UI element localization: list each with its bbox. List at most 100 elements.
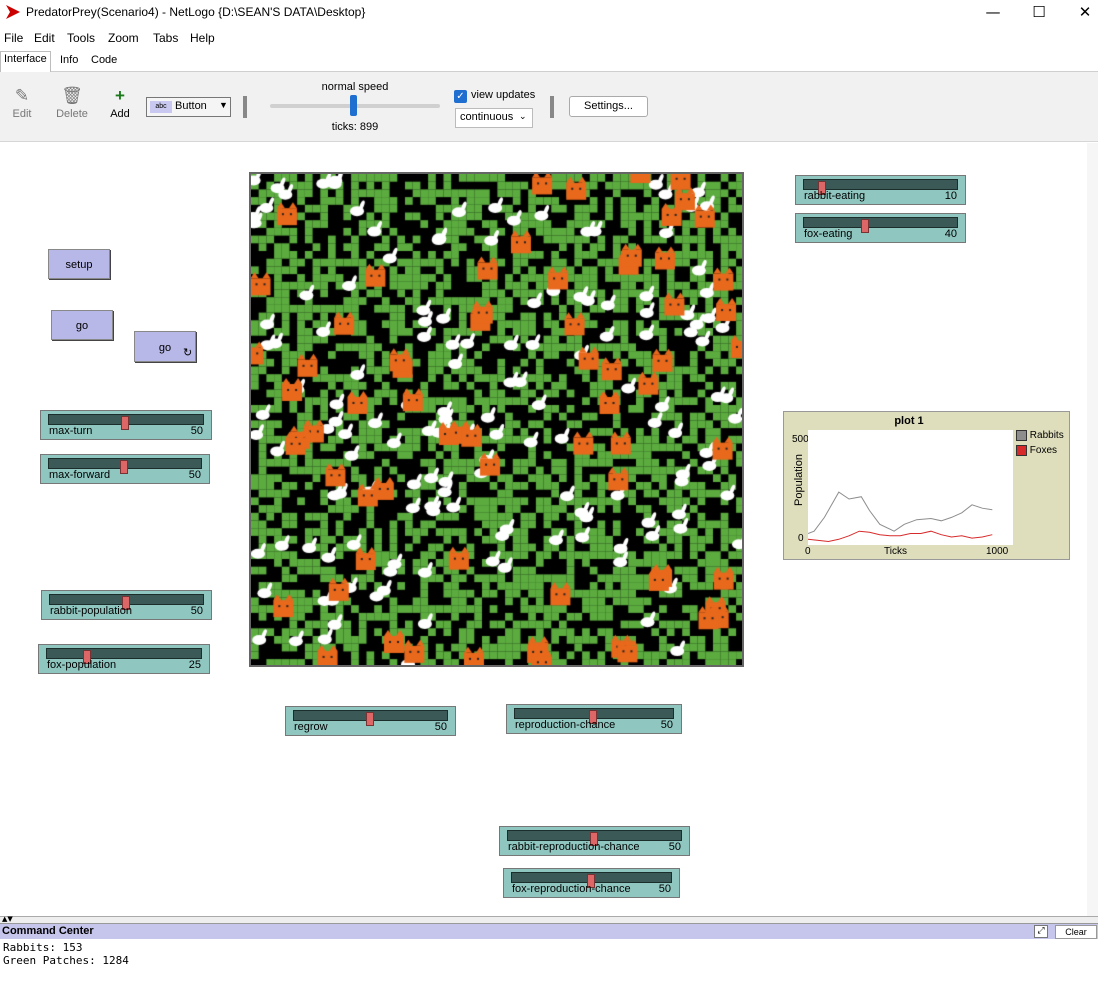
command-center-title: Command Center [2,925,94,937]
tab-info[interactable]: Info [57,53,81,71]
plot-x-max: 1000 [986,546,1009,557]
netlogo-logo-icon [6,5,20,19]
trash-icon: 🗑 [61,86,83,105]
close-button[interactable]: ✕ [1062,0,1098,26]
slider-value: 50 [660,719,673,731]
slider-label: rabbit-eating [804,190,866,202]
rabbit-eating-slider[interactable]: rabbit-eating 10 [795,175,966,205]
toolbar: ✎ Edit 🗑 Delete + Add abc Button ▼ norma… [0,72,1098,142]
rabbit-population-slider[interactable]: rabbit-population 50 [41,590,212,620]
add-tool[interactable]: + Add [105,86,135,120]
delete-label: Delete [56,108,88,120]
slider-knob[interactable] [121,416,129,430]
max-turn-slider[interactable]: max-turn 50 [40,410,212,440]
plus-icon: + [115,86,125,105]
plot-title: plot 1 [894,415,924,427]
update-mode-select[interactable]: continuous ⌄ [455,108,533,128]
plot-x-min: 0 [805,546,811,557]
slider-track[interactable] [507,830,682,846]
slider-track[interactable] [48,458,202,474]
command-center-divider[interactable]: ▲▼ [0,915,1098,923]
slider-track[interactable] [293,710,448,726]
plot-x-label: Ticks [884,546,907,557]
slider-value: 50 [188,469,201,481]
setup-button[interactable]: setup [48,249,110,279]
widget-type-value: Button [175,100,207,112]
settings-button[interactable]: Settings... [569,96,648,117]
series-line-rabbits [807,491,993,534]
slider-track[interactable] [49,594,204,610]
fox-population-slider[interactable]: fox-population 25 [38,644,210,674]
reproduction-chance-slider[interactable]: reproduction-chance 50 [506,704,682,734]
regrow-slider[interactable]: regrow 50 [285,706,456,736]
legend-label: Foxes [1029,445,1058,457]
slider-track[interactable] [48,414,204,430]
view-updates-checkbox[interactable]: ✓ [454,90,467,103]
slider-label: fox-population [47,659,117,671]
slider-track[interactable] [803,179,958,195]
collapse-arrows-icon[interactable]: ▲▼ [2,915,13,923]
slider-value: 50 [190,605,203,617]
plot-legend: Rabbits Foxes [1016,430,1064,460]
slider-track[interactable] [514,708,674,724]
maximize-button[interactable]: ☐ [1016,0,1062,26]
slider-label: reproduction-chance [515,719,616,731]
slider-track[interactable] [803,217,958,233]
slider-value: 50 [190,425,203,437]
vertical-scrollbar[interactable] [1087,143,1098,916]
slider-label: fox-eating [804,228,853,240]
toolbar-separator [550,96,554,118]
slider-knob[interactable] [120,460,128,474]
forever-loop-icon: ↻ [183,347,193,359]
slider-label: max-turn [49,425,93,437]
update-mode-value: continuous [460,111,514,123]
world-view[interactable] [249,172,744,667]
expand-icon[interactable]: ⤢ [1034,925,1048,938]
slider-knob[interactable] [366,712,374,726]
tab-interface[interactable]: Interface [0,51,51,72]
pencil-icon: ✎ [14,86,30,105]
output-line: Green Patches: 1284 [3,954,129,967]
menu-tabs[interactable]: Tabs [153,31,178,45]
widget-type-select[interactable]: abc Button ▼ [146,97,231,117]
edit-tool[interactable]: ✎ Edit [8,86,36,120]
command-center-output[interactable]: Rabbits: 153 Green Patches: 1284 [0,939,1098,981]
slider-label: rabbit-reproduction-chance [508,841,640,853]
menu-zoom[interactable]: Zoom [108,31,139,45]
menu-bar: File Edit Tools Zoom Tabs Help [0,28,1098,48]
legend-swatch [1016,445,1027,456]
slider-label: max-forward [49,469,111,481]
menu-edit[interactable]: Edit [34,31,55,45]
go-once-button[interactable]: go [51,310,113,340]
slider-track[interactable] [511,872,672,888]
speed-label: normal speed [321,81,389,93]
toolbar-separator [243,96,247,118]
slider-value: 40 [944,228,957,240]
output-line: Rabbits: 153 [3,941,83,954]
clear-button[interactable]: Clear [1055,925,1097,939]
slider-value: 25 [188,659,201,671]
command-center-header: Command Center ⤢ Clear [0,923,1098,939]
menu-file[interactable]: File [4,31,23,45]
tab-code[interactable]: Code [88,53,120,71]
max-forward-slider[interactable]: max-forward 50 [40,454,210,484]
go-forever-button[interactable]: go ↻ [134,331,196,362]
slider-knob[interactable] [861,219,869,233]
slider-value: 10 [944,190,957,202]
world-patches [251,174,742,665]
title-bar: PredatorPrey(Scenario4) - NetLogo {D:\SE… [0,0,1098,26]
menu-tools[interactable]: Tools [67,31,95,45]
delete-tool[interactable]: 🗑 Delete [52,86,92,120]
fox-eating-slider[interactable]: fox-eating 40 [795,213,966,243]
legend-item-rabbits: Rabbits [1016,430,1064,445]
slider-track[interactable] [46,648,202,664]
speed-slider-thumb[interactable] [350,95,357,116]
edit-label: Edit [12,108,32,120]
slider-label: regrow [294,721,328,733]
rabbit-reproduction-chance-slider[interactable]: rabbit-reproduction-chance 50 [499,826,690,856]
fox-reproduction-chance-slider[interactable]: fox-reproduction-chance 50 [503,868,680,898]
minimize-button[interactable]: — [970,0,1016,26]
menu-help[interactable]: Help [190,31,215,45]
view-updates-label: view updates [471,89,536,101]
series-line-foxes [807,530,993,543]
